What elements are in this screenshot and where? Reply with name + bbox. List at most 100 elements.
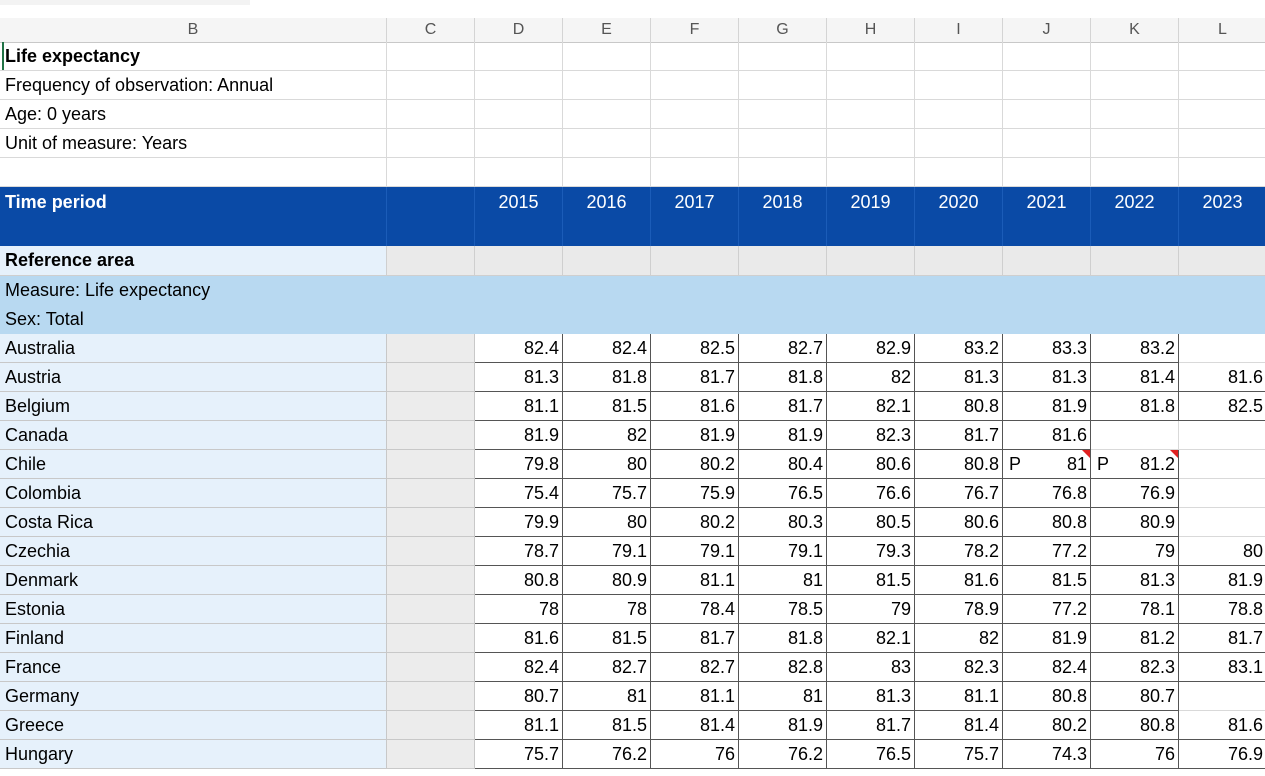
empty-cell[interactable]	[1179, 158, 1265, 187]
value-cell[interactable]	[1179, 508, 1265, 537]
value-cell[interactable]: 81.1	[651, 682, 739, 711]
frequency-label-cell[interactable]	[1179, 71, 1265, 100]
value-cell[interactable]: 81.5	[1003, 566, 1091, 595]
reference-area-blank[interactable]	[563, 246, 651, 276]
empty-cell[interactable]	[651, 158, 739, 187]
column-header-l[interactable]: L	[1179, 18, 1265, 42]
value-cell[interactable]: 82.7	[563, 653, 651, 682]
blank-cell[interactable]	[387, 363, 475, 392]
blank-cell[interactable]	[387, 711, 475, 740]
value-cell[interactable]: 76	[1091, 740, 1179, 769]
value-cell[interactable]: 81.6	[651, 392, 739, 421]
value-cell[interactable]: 81.9	[1003, 392, 1091, 421]
column-header-i[interactable]: I	[915, 18, 1003, 42]
column-header-f[interactable]: F	[651, 18, 739, 42]
value-cell[interactable]: 78	[475, 595, 563, 624]
column-header-b[interactable]: B	[0, 18, 387, 42]
country-name[interactable]: Australia	[0, 334, 387, 363]
value-cell[interactable]: 82.4	[1003, 653, 1091, 682]
value-cell[interactable]: 81.7	[651, 363, 739, 392]
unit-label-cell[interactable]	[1091, 129, 1179, 158]
value-cell[interactable]: 75.7	[563, 479, 651, 508]
value-cell[interactable]: 79.9	[475, 508, 563, 537]
value-cell[interactable]: 81.6	[1179, 363, 1265, 392]
value-cell[interactable]: 82.9	[827, 334, 915, 363]
age-label-cell[interactable]	[1179, 100, 1265, 129]
value-cell[interactable]: 83	[827, 653, 915, 682]
value-cell[interactable]: 82.1	[827, 392, 915, 421]
unit-label-cell[interactable]	[475, 129, 563, 158]
sheet-title-cell[interactable]	[827, 42, 915, 71]
country-name[interactable]: Germany	[0, 682, 387, 711]
unit-label-cell[interactable]	[1179, 129, 1265, 158]
blank-cell[interactable]	[387, 392, 475, 421]
value-cell[interactable]: 81.7	[1179, 624, 1265, 653]
value-cell[interactable]: 81.3	[1003, 363, 1091, 392]
column-header-h[interactable]: H	[827, 18, 915, 42]
value-cell[interactable]: 79	[827, 595, 915, 624]
column-header-j[interactable]: J	[1003, 18, 1091, 42]
value-cell[interactable]: 76.9	[1091, 479, 1179, 508]
value-cell[interactable]: 82.7	[739, 334, 827, 363]
empty-cell[interactable]	[827, 158, 915, 187]
value-cell[interactable]: 82.4	[475, 653, 563, 682]
blank-cell[interactable]	[387, 682, 475, 711]
frequency-label-cell[interactable]	[1091, 71, 1179, 100]
year-header-2016[interactable]: 2016	[563, 187, 651, 246]
sheet-title-cell[interactable]	[739, 42, 827, 71]
reference-area-blank[interactable]	[827, 246, 915, 276]
value-cell[interactable]: 81.9	[739, 421, 827, 450]
value-cell[interactable]: 80.9	[563, 566, 651, 595]
value-cell[interactable]	[1179, 334, 1265, 363]
value-cell[interactable]: 77.2	[1003, 537, 1091, 566]
age-label-cell[interactable]	[1003, 100, 1091, 129]
value-cell[interactable]: 76.2	[563, 740, 651, 769]
value-cell[interactable]: 81.4	[1091, 363, 1179, 392]
year-header-2018[interactable]: 2018	[739, 187, 827, 246]
unit-label-cell[interactable]	[387, 129, 475, 158]
value-cell[interactable]: 76	[651, 740, 739, 769]
unit-label-cell[interactable]	[651, 129, 739, 158]
column-header-c[interactable]: C	[387, 18, 475, 42]
value-cell[interactable]: 78	[563, 595, 651, 624]
value-cell[interactable]: 82.8	[739, 653, 827, 682]
value-cell[interactable]: 81.6	[475, 624, 563, 653]
value-cell[interactable]: 80.3	[739, 508, 827, 537]
frequency-label-cell[interactable]	[387, 71, 475, 100]
value-cell[interactable]: 80	[563, 450, 651, 479]
blank-cell[interactable]	[387, 566, 475, 595]
value-cell[interactable]: 83.2	[915, 334, 1003, 363]
value-cell[interactable]: 76.8	[1003, 479, 1091, 508]
value-cell[interactable]: 78.9	[915, 595, 1003, 624]
value-cell[interactable]: 75.7	[475, 740, 563, 769]
empty-cell[interactable]	[1091, 158, 1179, 187]
value-cell[interactable]: 82.5	[1179, 392, 1265, 421]
country-name[interactable]: Denmark	[0, 566, 387, 595]
value-cell[interactable]: 75.7	[915, 740, 1003, 769]
empty-cell[interactable]	[915, 158, 1003, 187]
value-cell[interactable]: 81.5	[563, 392, 651, 421]
value-cell[interactable]: 74.3	[1003, 740, 1091, 769]
year-header-2022[interactable]: 2022	[1091, 187, 1179, 246]
value-cell[interactable]: 81.9	[1003, 624, 1091, 653]
unit-label-cell[interactable]	[739, 129, 827, 158]
age-label-cell[interactable]	[563, 100, 651, 129]
value-cell[interactable]: 81.3	[827, 682, 915, 711]
country-name[interactable]: Greece	[0, 711, 387, 740]
country-name[interactable]: Estonia	[0, 595, 387, 624]
value-cell[interactable]: 80.7	[475, 682, 563, 711]
value-cell[interactable]: 81.5	[827, 566, 915, 595]
value-cell[interactable]: 82.3	[1091, 653, 1179, 682]
value-cell[interactable]: 81.5	[563, 711, 651, 740]
value-cell[interactable]: 80.8	[1091, 711, 1179, 740]
age-label-cell[interactable]	[915, 100, 1003, 129]
value-cell[interactable]: 80.8	[1003, 508, 1091, 537]
sheet-title-cell[interactable]	[563, 42, 651, 71]
value-cell[interactable]: 81.5	[563, 624, 651, 653]
reference-area-blank[interactable]	[1179, 246, 1265, 276]
empty-cell[interactable]	[739, 158, 827, 187]
value-cell[interactable]: 78.2	[915, 537, 1003, 566]
value-cell[interactable]: 76.2	[739, 740, 827, 769]
column-header-g[interactable]: G	[739, 18, 827, 42]
reference-area-blank[interactable]	[739, 246, 827, 276]
